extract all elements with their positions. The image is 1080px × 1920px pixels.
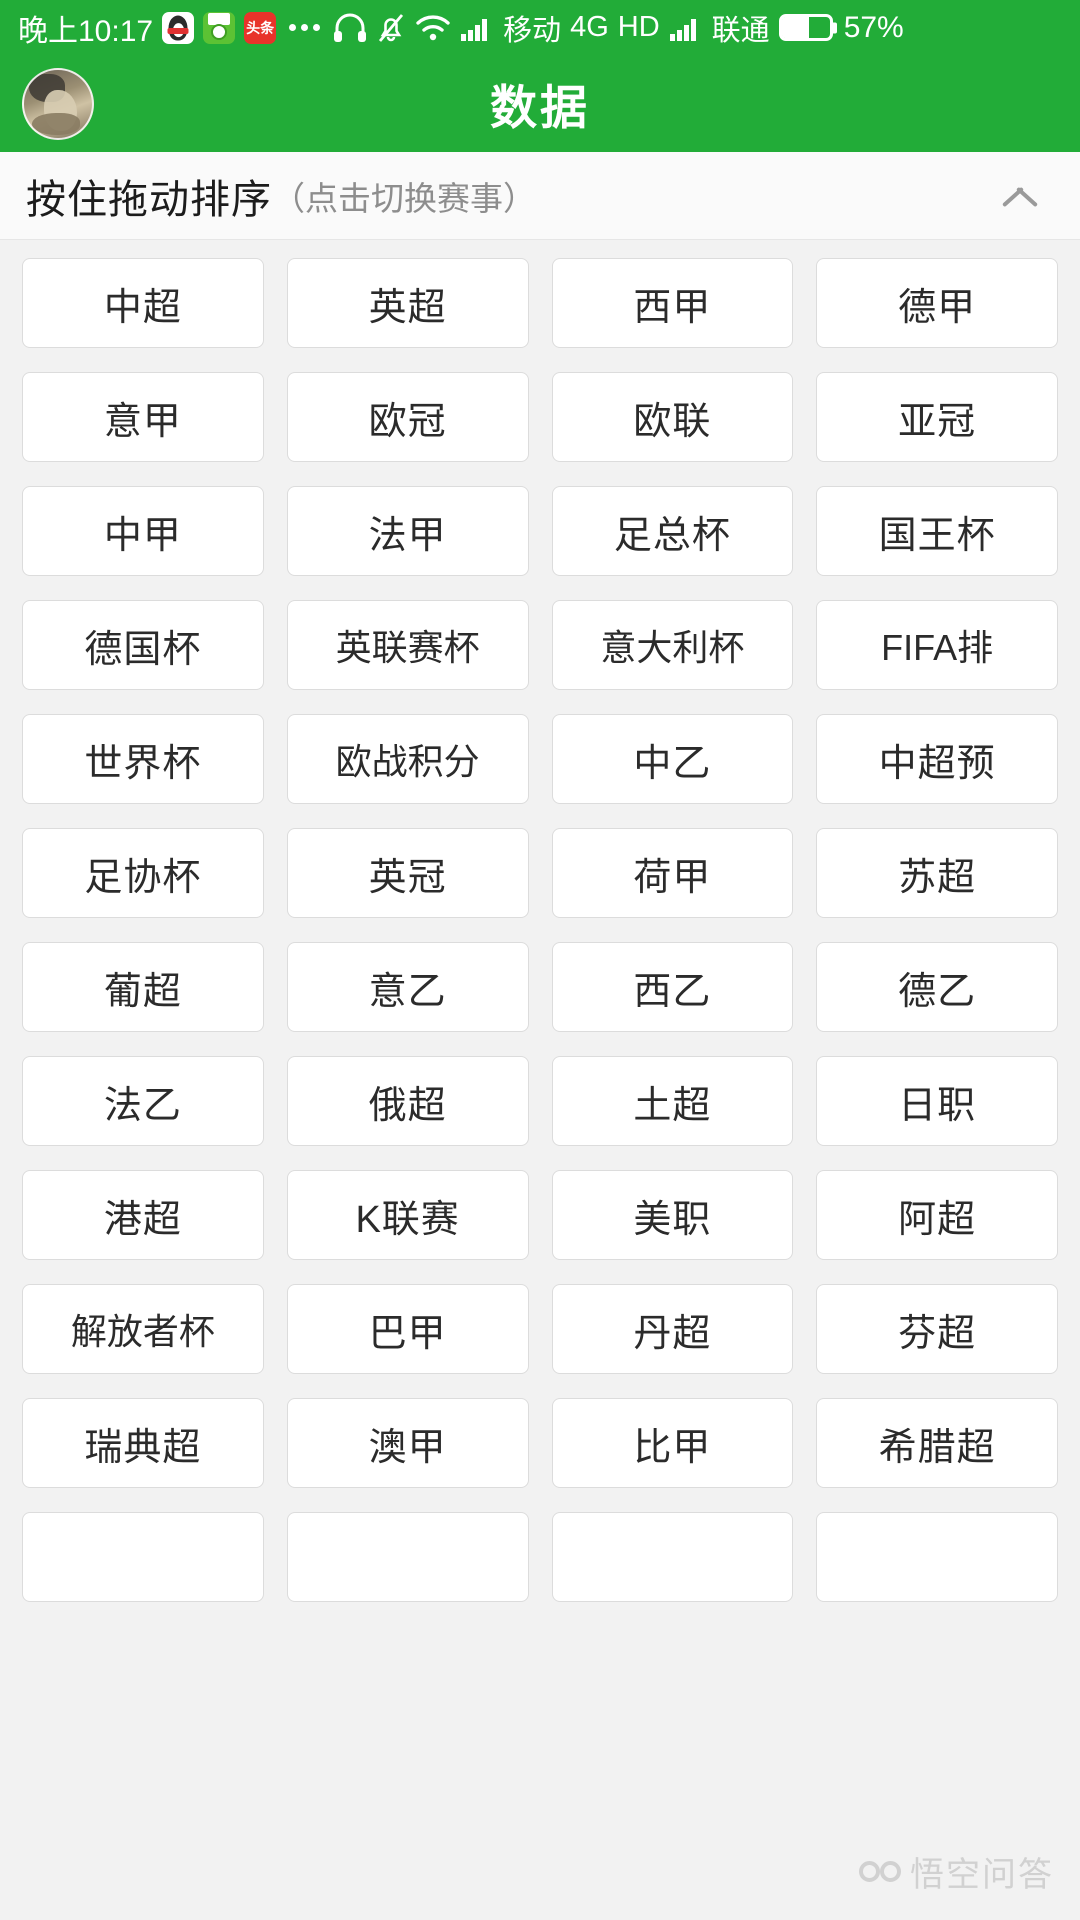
league-tile[interactable]: 世界杯: [22, 714, 264, 804]
battery-icon: [778, 14, 833, 41]
league-tile[interactable]: [286, 1512, 529, 1602]
league-tile[interactable]: 解放者杯: [22, 1284, 264, 1374]
league-tile[interactable]: 意乙: [286, 942, 529, 1032]
sort-hint-secondary: （点击切换赛事）: [272, 179, 536, 217]
league-tile[interactable]: 荷甲: [551, 828, 794, 918]
hd-label: HD: [617, 11, 660, 43]
league-tile[interactable]: 希腊超: [816, 1398, 1058, 1488]
league-tile[interactable]: 国王杯: [816, 486, 1058, 576]
league-tile[interactable]: 英冠: [286, 828, 529, 918]
league-tile[interactable]: 西乙: [551, 942, 794, 1032]
league-tile[interactable]: 法甲: [286, 486, 529, 576]
league-grid-scroll[interactable]: 中超 英超 西甲 德甲意甲 欧冠 欧联 亚冠中甲 法甲 足总杯 国王杯德国杯 英联赛杯 意大利杯 FIF…: [0, 240, 1080, 1920]
signal-icon: [461, 18, 488, 41]
chevron-up-icon[interactable]: [984, 161, 1054, 231]
league-tile[interactable]: 港超: [22, 1170, 264, 1260]
league-tile[interactable]: 阿超: [816, 1170, 1058, 1260]
league-tile[interactable]: [816, 1512, 1058, 1602]
league-tile[interactable]: 德甲: [816, 258, 1058, 348]
sort-hint-bar[interactable]: 按住拖动排序 （点击切换赛事）: [0, 152, 1080, 240]
qq-icon: [162, 11, 195, 44]
app-bar: 数据: [0, 55, 1080, 152]
wifi-icon: [416, 14, 450, 40]
more-notifications-icon: [285, 24, 324, 31]
league-tile[interactable]: 丹超: [551, 1284, 794, 1374]
league-tile[interactable]: 葡超: [22, 942, 264, 1032]
league-tile[interactable]: 德国杯: [22, 600, 264, 690]
league-tile[interactable]: 欧联: [551, 372, 794, 462]
page-title: 数据: [490, 81, 590, 134]
league-grid: 中超 英超 西甲 德甲意甲 欧冠 欧联 亚冠中甲 法甲 足总杯 国王杯德国杯 英联赛杯 意大利杯 FIF…: [22, 258, 1058, 1602]
league-tile[interactable]: 芬超: [816, 1284, 1058, 1374]
sort-hint-primary: 按住拖动排序: [26, 177, 272, 222]
avatar[interactable]: [22, 67, 94, 140]
network-type-label: 4G: [570, 11, 609, 43]
league-tile[interactable]: 德乙: [816, 942, 1058, 1032]
league-tile[interactable]: 巴甲: [286, 1284, 529, 1374]
status-bar: 晚上10:17 头条 移动 4G HD 联通 57%: [0, 0, 1080, 55]
league-tile[interactable]: 欧战积分: [286, 714, 529, 804]
signal-icon-2: [669, 18, 696, 41]
league-tile[interactable]: 足总杯: [551, 486, 794, 576]
league-tile[interactable]: 英超: [286, 258, 529, 348]
league-tile[interactable]: 法乙: [22, 1056, 264, 1146]
league-tile[interactable]: 意大利杯: [551, 600, 794, 690]
carrier-label-1: 移动: [503, 14, 562, 47]
league-tile[interactable]: 西甲: [551, 258, 794, 348]
league-tile[interactable]: 中乙: [551, 714, 794, 804]
carrier-label-2: 联通: [711, 14, 770, 47]
bell-muted-icon: [379, 13, 404, 42]
league-tile[interactable]: [551, 1512, 794, 1602]
league-tile[interactable]: FIFA排: [816, 600, 1058, 690]
league-tile[interactable]: 英联赛杯: [286, 600, 529, 690]
league-tile[interactable]: 俄超: [286, 1056, 529, 1146]
league-tile[interactable]: 澳甲: [286, 1398, 529, 1488]
league-tile[interactable]: 美职: [551, 1170, 794, 1260]
battery-percent-label: 57%: [843, 10, 904, 44]
league-tile[interactable]: 土超: [551, 1056, 794, 1146]
status-clock: 晚上10:17: [18, 14, 154, 48]
league-tile[interactable]: 中甲: [22, 486, 264, 576]
league-tile[interactable]: 日职: [816, 1056, 1058, 1146]
headset-icon: [334, 13, 367, 42]
league-tile[interactable]: 瑞典超: [22, 1398, 264, 1488]
league-tile[interactable]: K联赛: [286, 1170, 529, 1260]
league-tile[interactable]: 比甲: [551, 1398, 794, 1488]
league-tile[interactable]: 意甲: [22, 372, 264, 462]
toutiao-icon: 头条: [244, 11, 277, 44]
league-tile[interactable]: 足协杯: [22, 828, 264, 918]
football-app-icon: [203, 11, 236, 44]
league-tile[interactable]: 亚冠: [816, 372, 1058, 462]
league-tile[interactable]: 中超预: [816, 714, 1058, 804]
league-tile[interactable]: 欧冠: [286, 372, 529, 462]
league-tile[interactable]: [22, 1512, 264, 1602]
league-tile[interactable]: 中超: [22, 258, 264, 348]
league-tile[interactable]: 苏超: [816, 828, 1058, 918]
